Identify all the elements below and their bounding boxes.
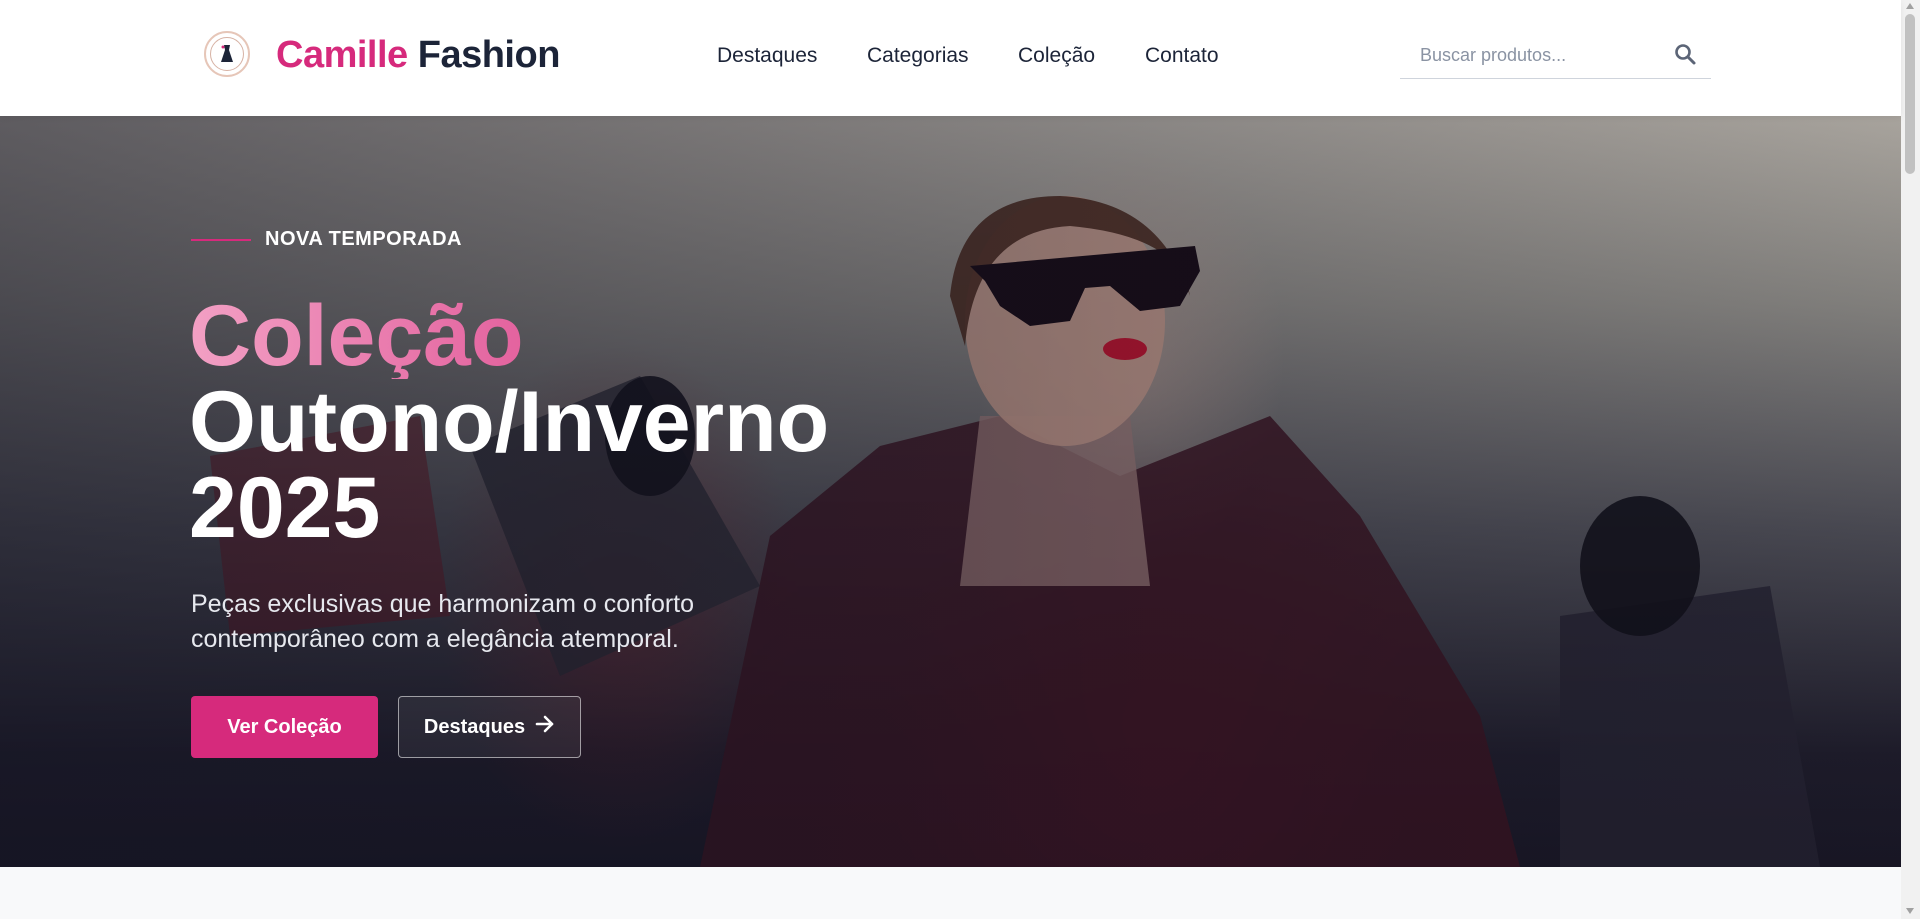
nav-item-destaques[interactable]: Destaques	[717, 44, 817, 68]
view-collection-label: Ver Coleção	[227, 715, 342, 738]
scroll-up-icon[interactable]	[1906, 3, 1914, 9]
hero-title-line2: Outono/Inverno	[189, 374, 830, 470]
hero-title-line1: Coleção	[189, 293, 829, 379]
nav-item-colecao[interactable]: Coleção	[1018, 44, 1095, 68]
search-icon[interactable]	[1673, 42, 1699, 68]
search-input[interactable]	[1400, 36, 1670, 74]
brand-second-word: Fashion	[417, 34, 561, 76]
tag-divider	[191, 239, 251, 241]
brand-logo[interactable]	[204, 31, 250, 77]
scroll-down-icon[interactable]	[1906, 908, 1914, 914]
hero-title: Coleção Outono/Inverno 2025	[189, 293, 829, 551]
scroll-thumb[interactable]	[1905, 14, 1915, 174]
view-collection-button[interactable]: Ver Coleção	[191, 696, 378, 758]
search-bar	[1400, 36, 1711, 79]
hero-tag: NOVA TEMPORADA	[265, 228, 462, 250]
hero-subtitle: Peças exclusivas que harmonizam o confor…	[191, 590, 695, 653]
arrow-right-icon	[535, 715, 555, 739]
hero-title-line3: 2025	[189, 460, 381, 556]
nav-item-categorias[interactable]: Categorias	[867, 44, 969, 68]
highlights-label: Destaques	[423, 715, 526, 738]
hero-banner: NOVA TEMPORADA Coleção Outono/Inverno 20…	[0, 116, 1901, 867]
page-scrollbar[interactable]	[1901, 0, 1920, 919]
next-section	[0, 867, 1901, 919]
site-header: Camille Fashion Destaques Categorias Col…	[0, 0, 1901, 116]
dress-icon	[210, 37, 244, 71]
highlights-button[interactable]: Destaques	[398, 696, 581, 758]
brand-name[interactable]: Camille Fashion	[276, 34, 560, 77]
brand-first-word: Camille	[276, 34, 408, 76]
nav-item-contato[interactable]: Contato	[1145, 44, 1219, 68]
